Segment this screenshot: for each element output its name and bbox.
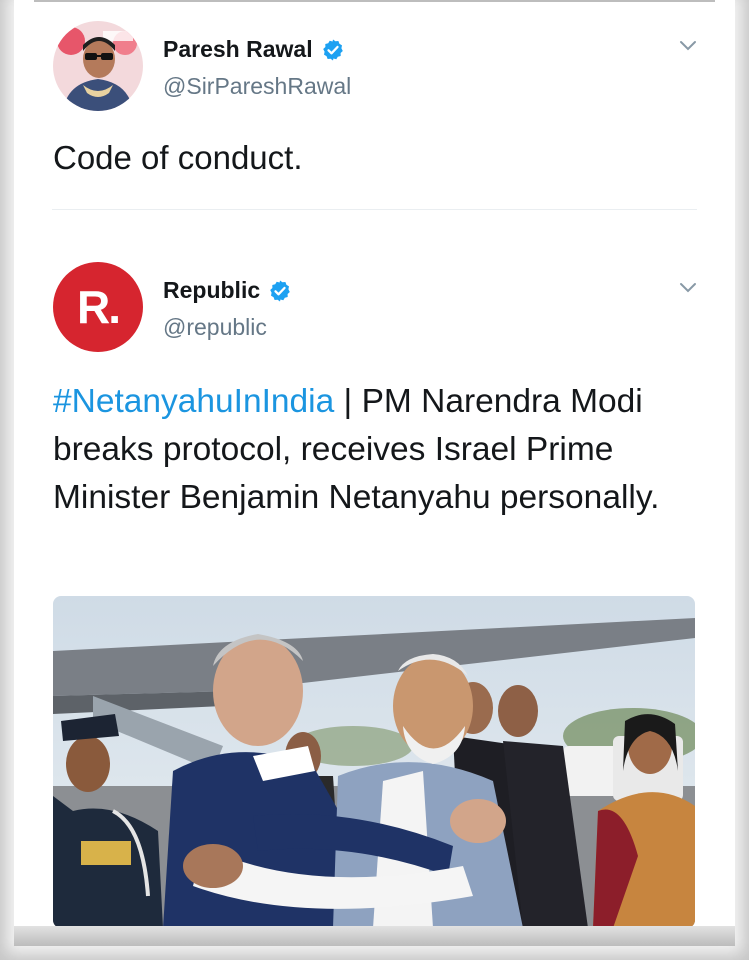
chevron-down-icon[interactable] xyxy=(678,281,698,295)
republic-logo-letter: R. xyxy=(77,281,121,333)
tweet-text: Code of conduct. xyxy=(53,139,303,176)
hashtag-link[interactable]: #NetanyahuInIndia xyxy=(53,383,334,420)
author-handle[interactable]: @SirPareshRawal xyxy=(163,73,351,100)
top-divider xyxy=(34,0,715,2)
quoted-author-handle[interactable]: @republic xyxy=(163,314,267,341)
divider xyxy=(52,209,697,210)
verified-badge-icon xyxy=(322,39,343,60)
avatar-republic[interactable]: R. xyxy=(53,262,143,352)
display-name[interactable]: Paresh Rawal xyxy=(163,36,313,63)
author-name[interactable]: Paresh Rawal xyxy=(163,36,345,63)
chevron-down-icon[interactable] xyxy=(678,39,698,53)
tweet-card: Paresh Rawal @SirPareshRawal Code of con… xyxy=(14,0,735,946)
quoted-author-name[interactable]: Republic xyxy=(163,277,292,304)
quoted-tweet-text: #NetanyahuInIndia | PM Narendra Modi bre… xyxy=(53,378,693,522)
bottom-bar xyxy=(14,926,735,946)
tweet-media-photo[interactable] xyxy=(53,596,695,928)
verified-badge-icon xyxy=(270,280,290,301)
avatar-paresh-rawal[interactable] xyxy=(53,21,143,111)
embrace-photo xyxy=(53,596,695,928)
quoted-display-name[interactable]: Republic xyxy=(163,277,260,304)
